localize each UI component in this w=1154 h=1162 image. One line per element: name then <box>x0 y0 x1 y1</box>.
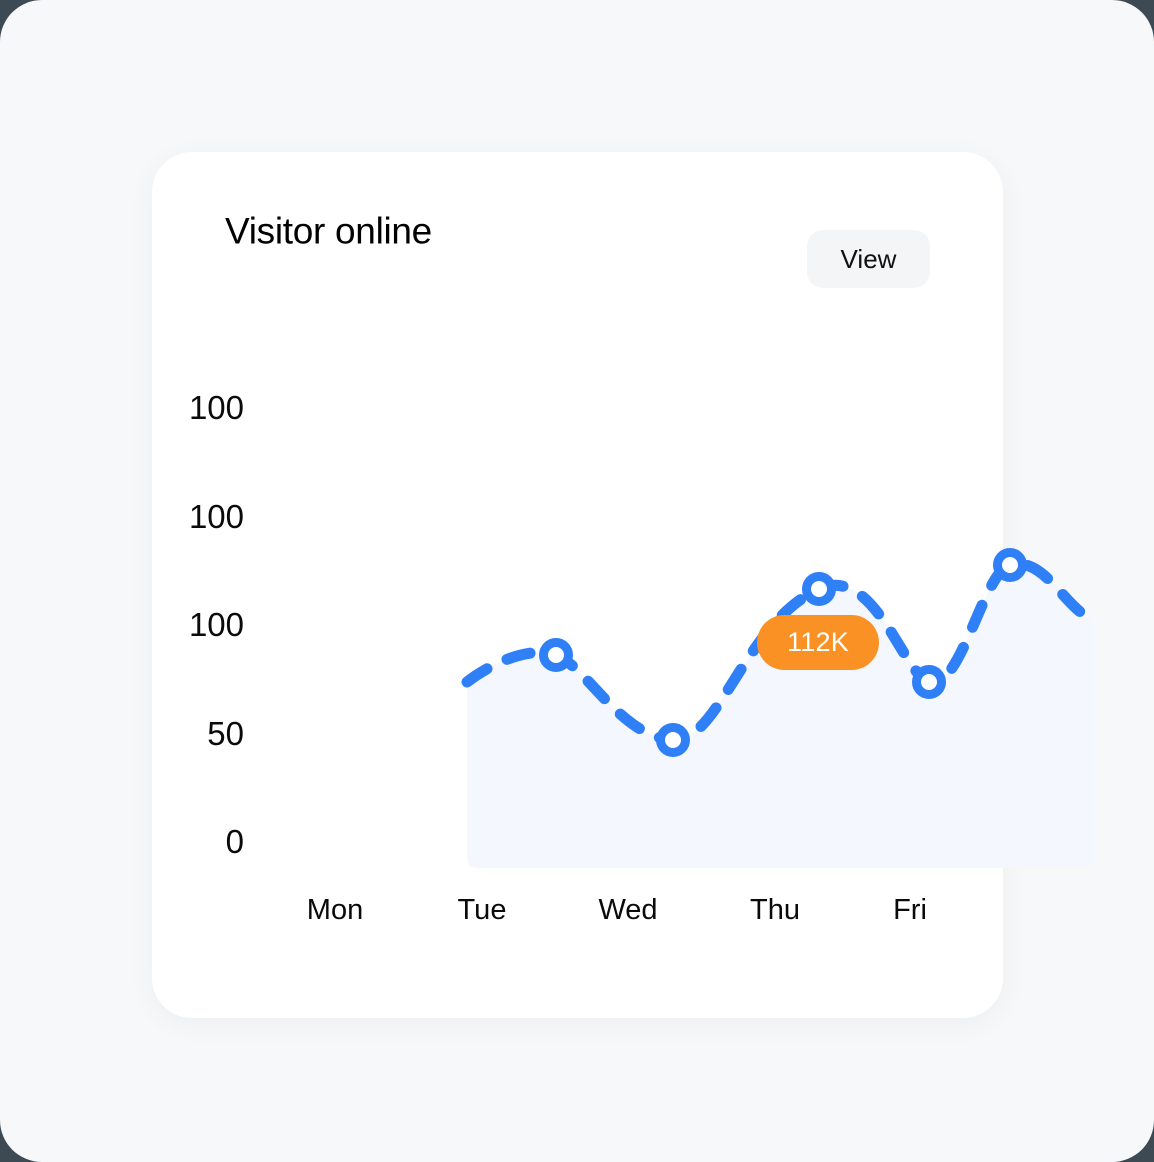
y-axis-tick-label: 100 <box>188 498 244 535</box>
x-axis-tick-label: Wed <box>598 894 658 926</box>
y-axis-tick-label: 100 <box>188 389 244 426</box>
page-background: Visitor online View 100 100 100 50 0 112… <box>0 0 1154 1162</box>
chart-plot-area <box>315 152 1099 952</box>
visitor-online-card: Visitor online View 100 100 100 50 0 112… <box>152 152 1099 1018</box>
data-point-marker[interactable] <box>993 548 1027 582</box>
data-point-marker[interactable] <box>802 572 836 606</box>
data-point-marker[interactable] <box>912 665 946 699</box>
visitor-online-chart: 100 100 100 50 0 112K Mon Tue Wed Thu Fr… <box>152 152 1099 1018</box>
data-point-marker[interactable] <box>539 638 573 672</box>
y-axis-tick-label: 0 <box>225 823 244 860</box>
value-tooltip-label: 112K <box>787 627 849 657</box>
y-axis-tick-label: 50 <box>207 715 244 752</box>
x-axis-tick-label: Tue <box>457 894 507 926</box>
value-tooltip-badge: 112K <box>757 615 879 670</box>
x-axis-tick-label: Thu <box>750 894 800 926</box>
x-axis-tick-label: Mon <box>306 894 364 926</box>
chart-svg <box>461 548 1099 868</box>
chart-x-axis: Mon Tue Wed Thu Fri <box>152 894 1003 954</box>
data-point-marker[interactable] <box>656 723 690 757</box>
chart-y-axis: 100 100 100 50 0 <box>152 152 262 1018</box>
x-axis-tick-label: Fri <box>893 894 927 926</box>
y-axis-tick-label: 100 <box>188 606 244 643</box>
